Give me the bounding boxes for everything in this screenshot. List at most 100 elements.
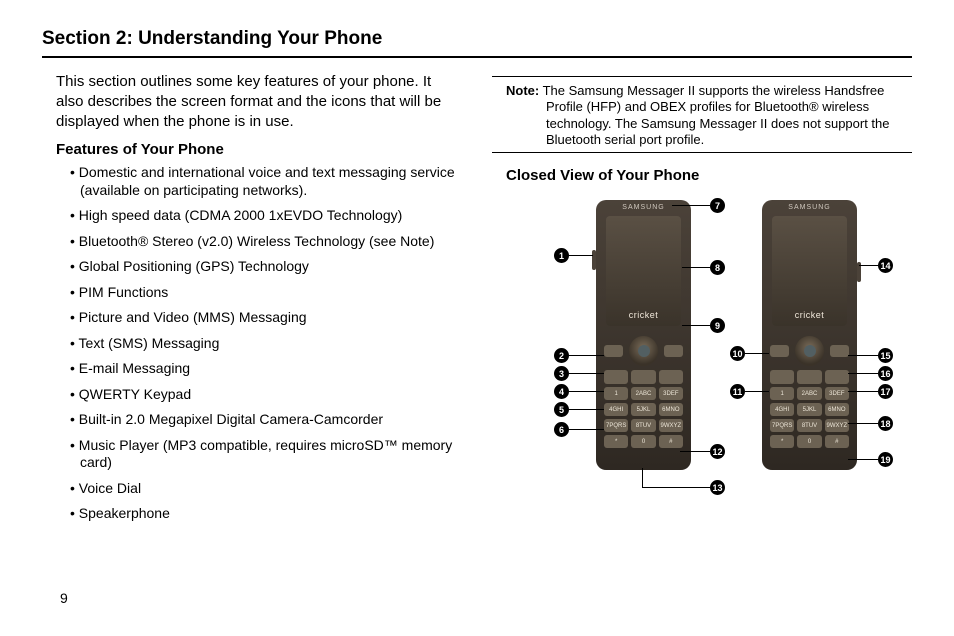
feature-item: E-mail Messaging	[70, 360, 462, 378]
left-softkey-icon	[770, 345, 789, 357]
callout-4: 4	[554, 384, 569, 399]
feature-item: Domestic and international voice and tex…	[70, 164, 462, 199]
key-8: 8TUV	[631, 419, 655, 432]
key-1: 1	[770, 387, 794, 400]
closed-view-heading: Closed View of Your Phone	[506, 167, 912, 184]
feature-item: Music Player (MP3 compatible, requires m…	[70, 437, 462, 472]
right-softkey-icon	[664, 345, 683, 357]
callout-lead	[569, 391, 604, 392]
key-2: 2ABC	[631, 387, 655, 400]
end-key-icon	[825, 370, 849, 384]
callout-3: 3	[554, 366, 569, 381]
feature-item: Text (SMS) Messaging	[70, 335, 462, 353]
feature-item: Global Positioning (GPS) Technology	[70, 258, 462, 276]
callout-lead	[680, 451, 710, 452]
phone-front-left: SAMSUNG cricket	[596, 200, 691, 470]
key-5: 5JKL	[631, 403, 655, 416]
section-title: Section 2: Understanding Your Phone	[42, 28, 912, 50]
key-9: 9WXYZ	[825, 419, 849, 432]
callout-lead	[642, 487, 710, 488]
intro-text: This section outlines some key features …	[56, 72, 462, 131]
key-5: 5JKL	[797, 403, 821, 416]
callout-lead	[569, 409, 604, 410]
callout-14: 14	[878, 258, 893, 273]
callout-lead	[642, 468, 643, 487]
callout-lead	[745, 353, 769, 354]
callout-6: 6	[554, 422, 569, 437]
callout-9: 9	[710, 318, 725, 333]
key-star: *	[770, 435, 794, 448]
key-0: 0	[631, 435, 655, 448]
key-3: 3DEF	[659, 387, 683, 400]
key-star: *	[604, 435, 628, 448]
callout-8: 8	[710, 260, 725, 275]
callout-1: 1	[554, 248, 569, 263]
key-9: 9WXYZ	[659, 419, 683, 432]
callout-18: 18	[878, 416, 893, 431]
key-3: 3DEF	[825, 387, 849, 400]
right-softkey-icon	[830, 345, 849, 357]
feature-item: PIM Functions	[70, 284, 462, 302]
callout-5: 5	[554, 402, 569, 417]
key-hash: #	[825, 435, 849, 448]
phone-keypad: 1 2ABC 3DEF 4GHI 5JKL 6MNO 7PQRS 8TUV 9W…	[604, 334, 683, 460]
callout-lead	[682, 325, 710, 326]
carrier-logo: cricket	[795, 310, 825, 320]
feature-item: Built-in 2.0 Megapixel Digital Camera-Ca…	[70, 411, 462, 429]
callout-13: 13	[710, 480, 725, 495]
nav-pad-icon	[629, 336, 658, 366]
feature-item: Bluetooth® Stereo (v2.0) Wireless Techno…	[70, 233, 462, 251]
callout-10: 10	[730, 346, 745, 361]
feature-item: Speakerphone	[70, 505, 462, 523]
callout-lead	[569, 255, 593, 256]
note-label: Note:	[506, 83, 539, 98]
callout-lead	[848, 355, 878, 356]
callout-lead	[682, 267, 710, 268]
clr-key-icon	[797, 370, 821, 384]
phone-keypad: 1 2ABC 3DEF 4GHI 5JKL 6MNO 7PQRS 8TUV 9W…	[770, 334, 849, 460]
callout-lead	[745, 391, 769, 392]
callout-19: 19	[878, 452, 893, 467]
callout-lead	[848, 391, 878, 392]
phone-screen: cricket	[772, 216, 847, 326]
callout-17: 17	[878, 384, 893, 399]
left-column: This section outlines some key features …	[42, 72, 462, 531]
right-column: Note: The Samsung Messager II supports t…	[492, 72, 912, 531]
phone-screen: cricket	[606, 216, 681, 326]
key-1: 1	[604, 387, 628, 400]
key-6: 6MNO	[825, 403, 849, 416]
phone-front-right: SAMSUNG cricket	[762, 200, 857, 470]
key-8: 8TUV	[797, 419, 821, 432]
callout-lead	[848, 373, 878, 374]
key-4: 4GHI	[770, 403, 794, 416]
note-text: The Samsung Messager II supports the wir…	[543, 83, 890, 147]
note-rule-top	[492, 76, 912, 77]
carrier-logo: cricket	[629, 310, 659, 320]
phone-side-button-icon	[592, 250, 596, 270]
number-keys: 1 2ABC 3DEF 4GHI 5JKL 6MNO 7PQRS 8TUV 9W…	[770, 387, 849, 448]
feature-item: Voice Dial	[70, 480, 462, 498]
feature-item: Picture and Video (MMS) Messaging	[70, 309, 462, 327]
callout-11: 11	[730, 384, 745, 399]
callout-lead	[569, 373, 604, 374]
key-2: 2ABC	[797, 387, 821, 400]
callout-lead	[672, 205, 710, 206]
page-number: 9	[60, 590, 68, 606]
features-list: Domestic and international voice and tex…	[42, 164, 462, 523]
callout-7: 7	[710, 198, 725, 213]
key-7: 7PQRS	[604, 419, 628, 432]
key-6: 6MNO	[659, 403, 683, 416]
callout-2: 2	[554, 348, 569, 363]
key-7: 7PQRS	[770, 419, 794, 432]
nav-pad-icon	[795, 336, 824, 366]
features-heading: Features of Your Phone	[56, 141, 462, 158]
note-block: Note: The Samsung Messager II supports t…	[506, 83, 912, 148]
note-rule-bottom	[492, 152, 912, 153]
callout-lead	[848, 459, 878, 460]
callout-lead	[569, 355, 604, 356]
callout-lead	[848, 423, 878, 424]
phone-diagram: SAMSUNG cricket	[532, 190, 902, 520]
rule-under-title	[42, 56, 912, 58]
key-0: 0	[797, 435, 821, 448]
phone-brand-label: SAMSUNG	[762, 204, 857, 211]
